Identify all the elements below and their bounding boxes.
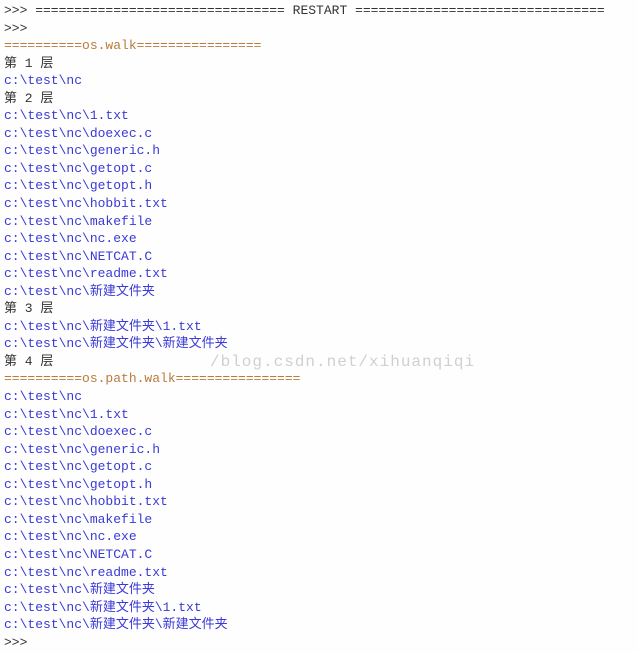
file-path: c:\test\nc\新建文件夹\新建文件夹 (4, 616, 634, 634)
layer-label: 第 3 层 (4, 300, 634, 318)
prompt-line[interactable]: >>> (4, 634, 634, 652)
file-path: c:\test\nc\hobbit.txt (4, 493, 634, 511)
file-path: c:\test\nc\doexec.c (4, 423, 634, 441)
file-path: c:\test\nc (4, 388, 634, 406)
layer-label: 第 2 层 (4, 90, 634, 108)
file-path: c:\test\nc\新建文件夹\1.txt (4, 599, 634, 617)
file-path: c:\test\nc\nc.exe (4, 528, 634, 546)
file-path: c:\test\nc\1.txt (4, 107, 634, 125)
section-os-path-walk-title: ==========os.path.walk================ (4, 370, 634, 388)
file-path: c:\test\nc\readme.txt (4, 564, 634, 582)
file-path: c:\test\nc\新建文件夹 (4, 283, 634, 301)
section-os-walk-title: ==========os.walk================ (4, 37, 634, 55)
file-path: c:\test\nc\NETCAT.C (4, 248, 634, 266)
file-path: c:\test\nc\getopt.h (4, 476, 634, 494)
file-path: c:\test\nc\getopt.c (4, 458, 634, 476)
file-path: c:\test\nc\readme.txt (4, 265, 634, 283)
file-path: c:\test\nc\nc.exe (4, 230, 634, 248)
restart-line: >>> ================================ RES… (4, 2, 634, 20)
file-path: c:\test\nc\1.txt (4, 406, 634, 424)
file-path: c:\test\nc\generic.h (4, 142, 634, 160)
file-path: c:\test\nc\NETCAT.C (4, 546, 634, 564)
file-path: c:\test\nc\hobbit.txt (4, 195, 634, 213)
file-path: c:\test\nc\getopt.c (4, 160, 634, 178)
layer-label: 第 4 层 (4, 353, 634, 371)
layer-label: 第 1 层 (4, 55, 634, 73)
file-path: c:\test\nc\doexec.c (4, 125, 634, 143)
file-path: c:\test\nc\新建文件夹\新建文件夹 (4, 335, 634, 353)
file-path: c:\test\nc (4, 72, 634, 90)
prompt-line: >>> (4, 20, 634, 38)
console-output: >>> ================================ RES… (4, 2, 634, 651)
file-path: c:\test\nc\generic.h (4, 441, 634, 459)
file-path: c:\test\nc\新建文件夹 (4, 581, 634, 599)
file-path: c:\test\nc\makefile (4, 213, 634, 231)
file-path: c:\test\nc\getopt.h (4, 177, 634, 195)
file-path: c:\test\nc\makefile (4, 511, 634, 529)
file-path: c:\test\nc\新建文件夹\1.txt (4, 318, 634, 336)
